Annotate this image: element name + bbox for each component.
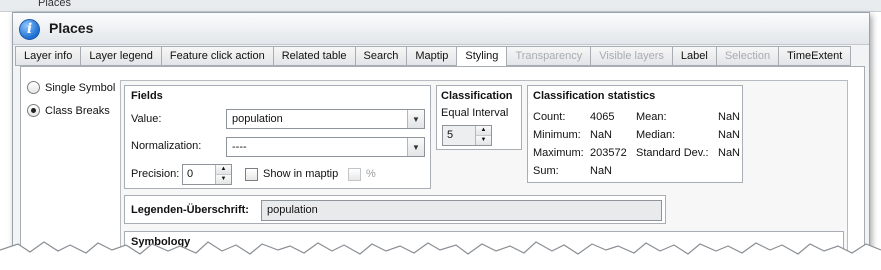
- dialog-title: Places: [49, 20, 94, 36]
- normalization-combobox[interactable]: ---- ▼: [226, 137, 425, 157]
- maximum-label: Maximum:: [533, 147, 584, 159]
- stepper-arrows[interactable]: ▲ ▼: [475, 126, 491, 145]
- normalization-label: Normalization:: [131, 140, 202, 152]
- arrow-down-icon[interactable]: ▼: [476, 136, 491, 145]
- arrow-up-icon[interactable]: ▲: [216, 165, 231, 175]
- sum-label: Sum:: [533, 165, 559, 177]
- class-breaks-radio[interactable]: [27, 104, 40, 117]
- sum-value: NaN: [590, 165, 613, 177]
- legend-heading-label: Legenden-Überschrift:: [131, 204, 249, 216]
- value-label: Value:: [131, 113, 162, 125]
- arrow-up-icon[interactable]: ▲: [476, 126, 491, 136]
- show-in-maptip-label: Show in maptip: [263, 168, 339, 180]
- single-symbol-radio[interactable]: [27, 81, 40, 94]
- minimum-value: NaN: [590, 129, 613, 141]
- precision-value[interactable]: 0: [183, 165, 215, 184]
- percent-label: %: [366, 168, 376, 180]
- legend-heading-input[interactable]: population: [261, 200, 662, 221]
- tab-selection: Selection: [715, 46, 779, 66]
- tab-maptip[interactable]: Maptip: [406, 46, 457, 66]
- precision-label: Precision:: [131, 168, 180, 180]
- tab-styling[interactable]: Styling: [456, 46, 507, 68]
- statistics-title: Classification statistics: [533, 90, 656, 102]
- count-label: Count:: [533, 111, 566, 123]
- stddev-value: NaN: [718, 147, 741, 159]
- mean-value: NaN: [718, 111, 741, 123]
- tab-label[interactable]: Label: [671, 46, 716, 66]
- mean-label: Mean:: [636, 111, 667, 123]
- percent-checkbox: [348, 168, 361, 181]
- classification-group: Classification Equal Interval 5 ▲ ▼: [436, 85, 522, 150]
- classification-statistics-group: Classification statistics Count: 4065 Mi…: [527, 85, 743, 183]
- background-window-strip: Places: [0, 0, 881, 12]
- tab-search[interactable]: Search: [354, 46, 407, 66]
- class-count-value[interactable]: 5: [443, 126, 475, 145]
- classification-title: Classification: [441, 90, 513, 102]
- fields-title: Fields: [131, 90, 163, 102]
- tab-layer-legend[interactable]: Layer legend: [80, 46, 161, 66]
- single-symbol-label: Single Symbol: [45, 81, 116, 94]
- symbology-title: Symbology: [131, 236, 191, 248]
- info-icon: i: [19, 19, 40, 40]
- tab-timeextent[interactable]: TimeExtent: [778, 46, 852, 66]
- median-value: NaN: [718, 129, 741, 141]
- single-symbol-option[interactable]: Single Symbol: [27, 81, 115, 94]
- tab-related-table[interactable]: Related table: [272, 46, 355, 66]
- legend-heading-group: Legenden-Überschrift: population: [124, 195, 666, 224]
- class-breaks-label: Class Breaks: [45, 104, 110, 117]
- tab-visible-layers: Visible layers: [590, 46, 672, 66]
- minimum-label: Minimum:: [533, 129, 581, 141]
- tab-transparency: Transparency: [506, 46, 591, 66]
- class-count-stepper[interactable]: 5 ▲ ▼: [442, 125, 492, 146]
- title-bar: i Places: [13, 13, 869, 45]
- value-selected: population: [232, 113, 283, 125]
- precision-stepper[interactable]: 0 ▲ ▼: [182, 164, 232, 185]
- arrow-down-icon[interactable]: ▼: [216, 175, 231, 184]
- places-dialog: i Places Layer info Layer legend Feature…: [12, 12, 870, 257]
- styling-panel: Single Symbol Class Breaks Fields Value:…: [20, 66, 865, 256]
- median-label: Median:: [636, 129, 676, 141]
- maximum-value: 203572: [590, 147, 627, 159]
- background-window-title: Places: [38, 0, 72, 9]
- classification-method: Equal Interval: [441, 107, 509, 119]
- tab-layer-info[interactable]: Layer info: [15, 46, 81, 66]
- normalization-selected: ----: [232, 141, 247, 153]
- stepper-arrows[interactable]: ▲ ▼: [215, 165, 231, 184]
- tab-bar: Layer info Layer legend Feature click ac…: [15, 46, 852, 68]
- symbology-group: Symbology: [124, 231, 844, 256]
- count-value: 4065: [590, 111, 615, 123]
- chevron-down-icon[interactable]: ▼: [407, 110, 424, 128]
- class-breaks-option[interactable]: Class Breaks: [27, 104, 110, 117]
- chevron-down-icon[interactable]: ▼: [407, 138, 424, 156]
- tab-feature-click-action[interactable]: Feature click action: [160, 46, 273, 66]
- fields-group: Fields Value: population ▼ Normalization…: [124, 85, 431, 189]
- show-in-maptip-checkbox[interactable]: [245, 168, 258, 181]
- stddev-label: Standard Dev.:: [636, 147, 709, 159]
- class-breaks-panel: Fields Value: population ▼ Normalization…: [120, 80, 848, 256]
- value-combobox[interactable]: population ▼: [226, 109, 425, 129]
